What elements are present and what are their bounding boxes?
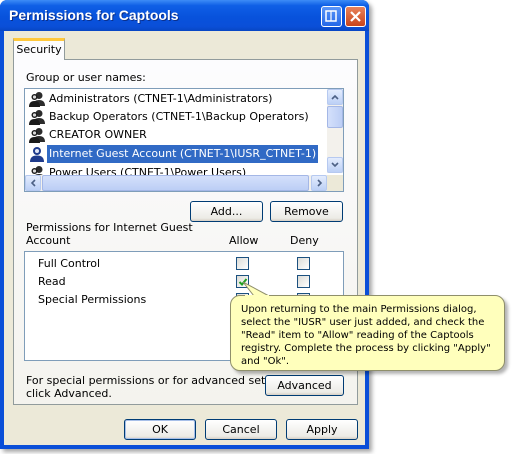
ok-button[interactable]: OK (124, 419, 196, 440)
user-name: Administrators (CTNET-1\Administrators) (49, 92, 273, 105)
scroll-corner (327, 175, 343, 191)
chevron-down-icon (331, 162, 339, 168)
vertical-scroll-thumb[interactable] (327, 106, 343, 128)
read-deny-checkbox[interactable] (297, 275, 310, 288)
close-button[interactable] (345, 6, 366, 27)
chevron-left-icon (30, 179, 36, 187)
scroll-down-button[interactable] (327, 157, 343, 173)
horizontal-scroll-thumb[interactable] (42, 175, 309, 191)
horizontal-scrollbar[interactable] (25, 175, 327, 191)
permissions-label-line2: Account (26, 234, 71, 247)
callout-pointer-join (245, 295, 269, 298)
apply-button[interactable]: Apply (286, 419, 358, 440)
help-button[interactable] (321, 6, 342, 27)
add-button[interactable]: Add... (190, 201, 263, 222)
user-list[interactable]: Administrators (CTNET-1\Administrators) … (24, 88, 344, 192)
remove-button[interactable]: Remove (270, 201, 343, 222)
help-callout: Upon returning to the main Permissions d… (230, 295, 505, 371)
permission-name: Full Control (38, 257, 101, 270)
chevron-right-icon (317, 179, 323, 187)
close-icon (350, 11, 361, 22)
user-icon (30, 147, 44, 162)
full-control-deny-checkbox[interactable] (297, 257, 310, 270)
user-name: Backup Operators (CTNET-1\Backup Operato… (49, 110, 309, 123)
tab-security[interactable]: Security (13, 38, 65, 60)
advanced-text-line1: For special permissions or for advanced … (26, 374, 296, 387)
chevron-up-icon (331, 94, 339, 100)
permission-name: Read (38, 275, 66, 288)
user-name: CREATOR OWNER (49, 128, 147, 141)
user-group-icon (29, 128, 45, 143)
advanced-text-line2: click Advanced. (26, 387, 112, 400)
permissions-label-line1: Permissions for Internet Guest (26, 221, 193, 234)
user-group-icon (29, 110, 45, 125)
scroll-up-button[interactable] (327, 89, 343, 105)
title-bar: Permissions for Captools (0, 0, 369, 31)
vertical-scrollbar[interactable] (327, 89, 343, 173)
user-name: Internet Guest Account (CTNET-1\IUSR_CTN… (47, 145, 319, 163)
user-group-icon (29, 92, 45, 107)
dialog-title: Permissions for Captools (9, 7, 179, 23)
advanced-button[interactable]: Advanced (265, 375, 344, 396)
help-icon (325, 10, 337, 22)
permission-name: Special Permissions (38, 293, 147, 306)
group-names-label: Group or user names: (26, 71, 146, 84)
allow-column-header: Allow (229, 234, 259, 247)
deny-column-header: Deny (290, 234, 319, 247)
scroll-right-button[interactable] (311, 175, 327, 191)
callout-text: Upon returning to the main Permissions d… (241, 304, 491, 367)
scroll-left-button[interactable] (25, 175, 41, 191)
full-control-allow-checkbox[interactable] (236, 257, 249, 270)
cancel-button[interactable]: Cancel (205, 419, 277, 440)
